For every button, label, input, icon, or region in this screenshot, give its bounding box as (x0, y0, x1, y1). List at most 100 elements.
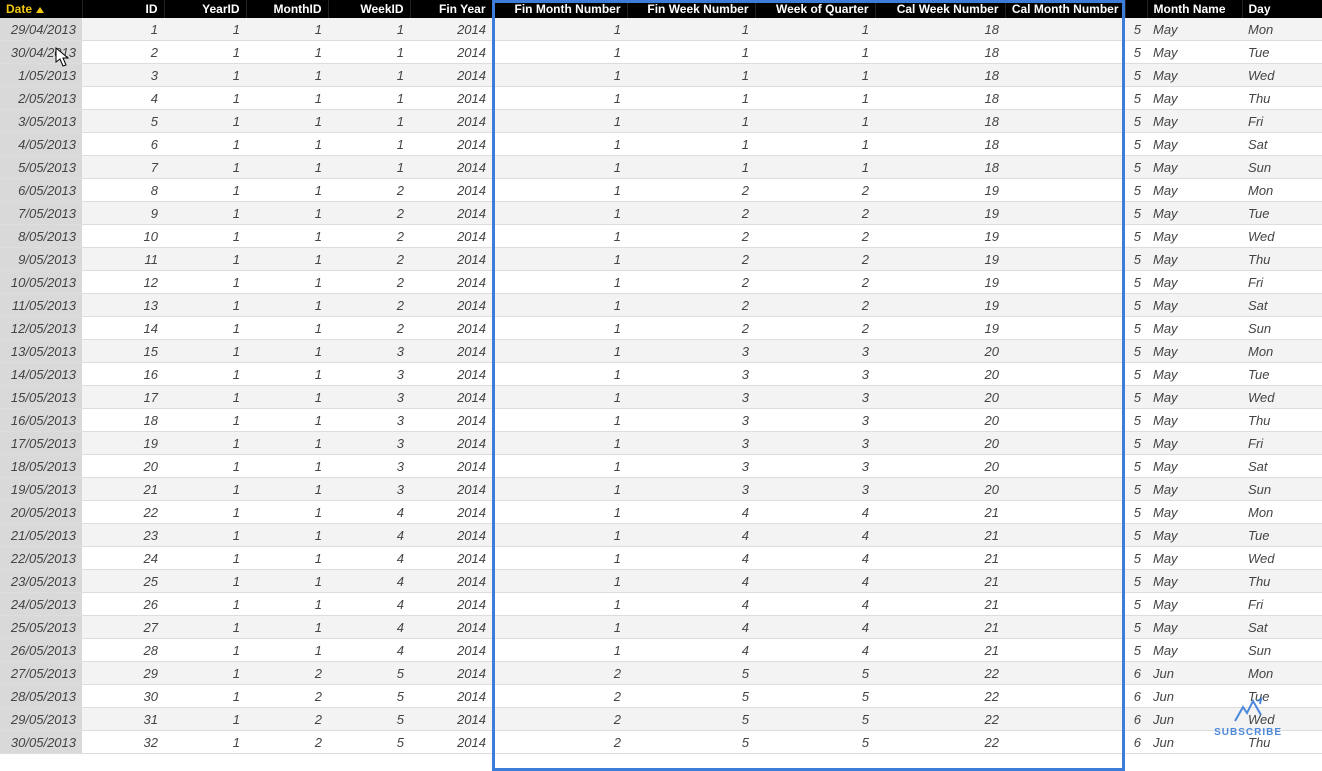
cell-monthname[interactable]: May (1147, 110, 1242, 133)
cell-finyear[interactable]: 2014 (410, 616, 492, 639)
col-header-finmonth[interactable]: Fin Month Number (492, 0, 627, 18)
cell-monthid[interactable]: 1 (246, 248, 328, 271)
cell-monthname[interactable]: May (1147, 340, 1242, 363)
cell-id[interactable]: 19 (82, 432, 164, 455)
cell-day[interactable]: Tue (1242, 363, 1322, 386)
cell-calmonth[interactable] (1005, 156, 1125, 179)
cell-calweek[interactable]: 21 (875, 593, 1005, 616)
cell-finweek[interactable]: 3 (627, 386, 755, 409)
cell-day[interactable]: Sat (1242, 455, 1322, 478)
cell-day[interactable]: Thu (1242, 248, 1322, 271)
cell-finmonth[interactable]: 1 (492, 202, 627, 225)
cell-weekid[interactable]: 2 (328, 179, 410, 202)
cell-calmonth[interactable] (1005, 731, 1125, 754)
cell-woq[interactable]: 4 (755, 639, 875, 662)
cell-date[interactable]: 9/05/2013 (0, 248, 82, 271)
cell-monthid[interactable]: 1 (246, 432, 328, 455)
cell-monthid[interactable]: 1 (246, 64, 328, 87)
cell-weekid[interactable]: 5 (328, 731, 410, 754)
cell-monthid[interactable]: 2 (246, 731, 328, 754)
cell-date[interactable]: 13/05/2013 (0, 340, 82, 363)
cell-id[interactable]: 26 (82, 593, 164, 616)
cell-woq[interactable]: 1 (755, 41, 875, 64)
cell-calweek[interactable]: 22 (875, 685, 1005, 708)
cell-finyear[interactable]: 2014 (410, 340, 492, 363)
cell-day[interactable]: Mon (1242, 662, 1322, 685)
cell-day[interactable]: Tue (1242, 41, 1322, 64)
cell-yearid[interactable]: 1 (164, 179, 246, 202)
cell-date[interactable]: 8/05/2013 (0, 225, 82, 248)
cell-hidden[interactable]: 5 (1125, 409, 1147, 432)
cell-woq[interactable]: 4 (755, 547, 875, 570)
cell-monthname[interactable]: May (1147, 248, 1242, 271)
table-row[interactable]: 11/05/2013131122014122195MaySat (0, 294, 1322, 317)
cell-id[interactable]: 16 (82, 363, 164, 386)
cell-monthname[interactable]: May (1147, 432, 1242, 455)
cell-weekid[interactable]: 2 (328, 225, 410, 248)
cell-day[interactable]: Wed (1242, 547, 1322, 570)
cell-date[interactable]: 29/04/2013 (0, 18, 82, 41)
cell-id[interactable]: 23 (82, 524, 164, 547)
table-row[interactable]: 7/05/201391122014122195MayTue (0, 202, 1322, 225)
cell-yearid[interactable]: 1 (164, 110, 246, 133)
cell-yearid[interactable]: 1 (164, 41, 246, 64)
table-row[interactable]: 6/05/201381122014122195MayMon (0, 179, 1322, 202)
cell-yearid[interactable]: 1 (164, 662, 246, 685)
cell-calmonth[interactable] (1005, 363, 1125, 386)
table-row[interactable]: 22/05/2013241142014144215MayWed (0, 547, 1322, 570)
cell-finmonth[interactable]: 2 (492, 685, 627, 708)
cell-date[interactable]: 29/05/2013 (0, 708, 82, 731)
cell-finyear[interactable]: 2014 (410, 524, 492, 547)
cell-hidden[interactable]: 5 (1125, 18, 1147, 41)
cell-weekid[interactable]: 2 (328, 271, 410, 294)
cell-monthid[interactable]: 2 (246, 662, 328, 685)
table-row[interactable]: 10/05/2013121122014122195MayFri (0, 271, 1322, 294)
cell-id[interactable]: 3 (82, 64, 164, 87)
col-header-monthid[interactable]: MonthID (246, 0, 328, 18)
cell-finyear[interactable]: 2014 (410, 64, 492, 87)
cell-woq[interactable]: 4 (755, 593, 875, 616)
cell-finweek[interactable]: 3 (627, 363, 755, 386)
cell-monthname[interactable]: May (1147, 271, 1242, 294)
cell-calmonth[interactable] (1005, 294, 1125, 317)
cell-finmonth[interactable]: 1 (492, 616, 627, 639)
cell-date[interactable]: 18/05/2013 (0, 455, 82, 478)
cell-hidden[interactable]: 5 (1125, 386, 1147, 409)
cell-calmonth[interactable] (1005, 593, 1125, 616)
col-header-monthname[interactable]: Month Name (1147, 0, 1242, 18)
cell-date[interactable]: 19/05/2013 (0, 478, 82, 501)
cell-id[interactable]: 15 (82, 340, 164, 363)
cell-id[interactable]: 6 (82, 133, 164, 156)
cell-hidden[interactable]: 5 (1125, 202, 1147, 225)
cell-finweek[interactable]: 5 (627, 685, 755, 708)
cell-calweek[interactable]: 22 (875, 662, 1005, 685)
cell-day[interactable]: Sat (1242, 294, 1322, 317)
cell-calmonth[interactable] (1005, 248, 1125, 271)
cell-yearid[interactable]: 1 (164, 294, 246, 317)
cell-calweek[interactable]: 20 (875, 363, 1005, 386)
cell-finweek[interactable]: 4 (627, 616, 755, 639)
cell-finweek[interactable]: 2 (627, 294, 755, 317)
cell-date[interactable]: 11/05/2013 (0, 294, 82, 317)
cell-finmonth[interactable]: 1 (492, 41, 627, 64)
cell-monthid[interactable]: 1 (246, 386, 328, 409)
table-row[interactable]: 4/05/201361112014111185MaySat (0, 133, 1322, 156)
cell-finmonth[interactable]: 1 (492, 455, 627, 478)
cell-monthname[interactable]: May (1147, 386, 1242, 409)
cell-weekid[interactable]: 3 (328, 478, 410, 501)
cell-finmonth[interactable]: 1 (492, 225, 627, 248)
col-header-calmonth[interactable]: Cal Month Number (1005, 0, 1125, 18)
cell-date[interactable]: 3/05/2013 (0, 110, 82, 133)
cell-id[interactable]: 24 (82, 547, 164, 570)
cell-yearid[interactable]: 1 (164, 202, 246, 225)
cell-monthname[interactable]: May (1147, 41, 1242, 64)
cell-hidden[interactable]: 5 (1125, 432, 1147, 455)
cell-date[interactable]: 5/05/2013 (0, 156, 82, 179)
cell-finmonth[interactable]: 1 (492, 501, 627, 524)
cell-monthname[interactable]: May (1147, 478, 1242, 501)
cell-yearid[interactable]: 1 (164, 685, 246, 708)
cell-id[interactable]: 14 (82, 317, 164, 340)
cell-woq[interactable]: 4 (755, 616, 875, 639)
table-row[interactable]: 8/05/2013101122014122195MayWed (0, 225, 1322, 248)
table-row[interactable]: 24/05/2013261142014144215MayFri (0, 593, 1322, 616)
